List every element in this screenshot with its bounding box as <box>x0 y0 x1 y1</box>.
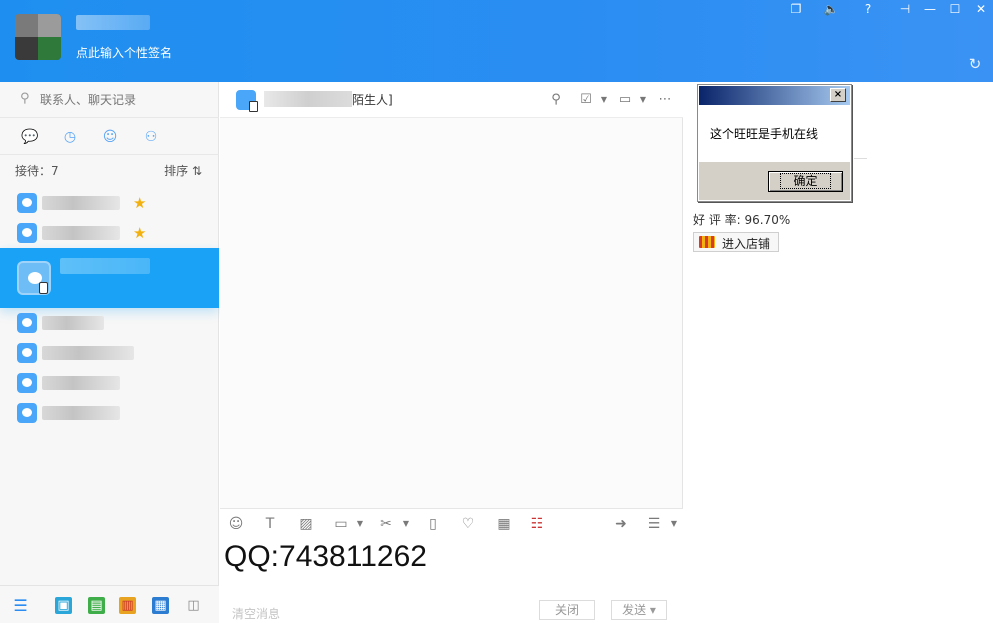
close-icon[interactable]: ✕ <box>973 1 989 17</box>
dialog-close-button[interactable]: × <box>830 88 846 102</box>
send-button[interactable]: 发送 ▾ <box>611 600 667 620</box>
sort-button[interactable]: 排序 ⇅ <box>164 162 202 179</box>
contact-row-selected[interactable] <box>0 248 219 308</box>
chat-panel: 陌生人] ⚲ ☑ ▼ ▭ ▼ ⋯ ☺ T ▨ ▭ ▼ ✂ ▼ ▯ ♡ ▦ ☷ ➜… <box>220 82 683 623</box>
contact-name-blurred <box>42 406 120 420</box>
input-toolbar: ☺ T ▨ ▭ ▼ ✂ ▼ ▯ ♡ ▦ ☷ ➜ ☰ ▼ <box>220 508 683 538</box>
emoji-icon[interactable]: ☺ <box>227 515 245 533</box>
ok-button[interactable]: 确定 <box>768 171 843 192</box>
contact-avatar-icon <box>17 373 37 393</box>
maximize-icon[interactable]: ☐ <box>947 1 963 17</box>
heart-icon[interactable]: ♡ <box>459 515 477 533</box>
speaker-icon[interactable]: 🔈 <box>823 1 839 17</box>
refresh-icon[interactable]: ↻ <box>967 56 983 72</box>
transfer-icon[interactable]: ☑ <box>577 92 595 108</box>
dialog-footer: 确定 <box>699 162 850 200</box>
history-icon[interactable]: ☰ <box>645 515 663 533</box>
contact-mobile-icon <box>236 90 258 112</box>
add-contact-icon[interactable]: ⚲ <box>547 92 565 108</box>
close-button[interactable]: 关闭 <box>539 600 595 620</box>
reception-count: 接待：7 <box>15 164 59 178</box>
chevron-down-icon[interactable]: ▼ <box>600 92 608 108</box>
chat-tab-icon[interactable]: 💬 <box>21 128 39 146</box>
dialog-body: 这个旺旺是手机在线 <box>699 105 850 162</box>
bottom-toolbar: ☰ ▣ ▤ ▥ ▦ ◫ <box>0 585 219 623</box>
font-icon[interactable]: T <box>261 515 279 533</box>
chat-header: 陌生人] ⚲ ☑ ▼ ▭ ▼ ⋯ <box>220 82 683 118</box>
help-icon[interactable]: ? <box>860 1 876 17</box>
calculator-icon[interactable]: ▦ <box>495 515 513 533</box>
avatar[interactable] <box>15 14 61 60</box>
enter-shop-label: 进入店铺 <box>722 237 771 251</box>
message-input[interactable]: QQ:743811262 清空消息 关闭 发送 ▾ <box>220 538 683 623</box>
top-bar: 点此输入个性签名 ❐ 🔈 ? ⊣ — ☐ ✕ ↻ <box>0 0 993 82</box>
sell-icon[interactable]: ▦ <box>152 597 169 614</box>
pin-icon[interactable]: ⊣ <box>897 1 913 17</box>
contact-name-blurred <box>42 226 120 240</box>
contact-avatar-icon <box>17 343 37 363</box>
contact-row[interactable] <box>0 308 219 338</box>
contact-avatar-icon <box>17 223 37 243</box>
panel-tabs: 💬 ◷ ☺ ⚇ <box>0 119 219 155</box>
star-icon: ★ <box>133 224 147 242</box>
dialog-titlebar: × <box>699 86 850 105</box>
contact-name-blurred <box>42 346 134 360</box>
minimize-icon[interactable]: — <box>922 1 938 17</box>
gift-icon[interactable]: ▤ <box>88 597 105 614</box>
chevron-down-icon[interactable]: ▼ <box>670 515 678 533</box>
contact-name-blurred <box>42 196 120 210</box>
reception-bar: 接待：7 排序 ⇅ <box>0 155 219 183</box>
video-icon[interactable]: ▭ <box>615 92 635 108</box>
menu-icon[interactable]: ☰ <box>12 597 29 614</box>
image-icon[interactable]: ▨ <box>297 515 315 533</box>
chat-title: 陌生人] <box>352 93 393 107</box>
search-bar: ⚲ <box>0 82 219 118</box>
chevron-down-icon[interactable]: ▼ <box>639 92 647 108</box>
contact-name-blurred <box>42 376 120 390</box>
chat-contact-blurred <box>264 91 352 107</box>
chevron-down-icon[interactable]: ▼ <box>356 515 364 533</box>
star-icon: ★ <box>133 194 147 212</box>
search-icon: ⚲ <box>20 91 30 106</box>
enter-shop-button[interactable]: 进入店铺 <box>693 232 779 252</box>
message-text[interactable]: QQ:743811262 <box>224 540 427 574</box>
contact-name-blurred <box>42 316 104 330</box>
username-blurred <box>76 15 150 30</box>
forward-icon[interactable]: ➜ <box>612 515 630 533</box>
search-input[interactable] <box>40 91 200 109</box>
shop-icon[interactable]: ▥ <box>119 597 136 614</box>
dialog-message: 这个旺旺是手机在线 <box>710 127 819 141</box>
contact-avatar-icon <box>17 403 37 423</box>
rating-text: 好 评 率: 96.70% <box>693 213 791 227</box>
folder-icon[interactable]: ▭ <box>332 515 350 533</box>
alert-dialog: × 这个旺旺是手机在线 确定 <box>697 84 852 202</box>
scissors-icon[interactable]: ✂ <box>377 515 395 533</box>
recent-tab-icon[interactable]: ◷ <box>61 128 79 146</box>
more-icon[interactable]: ⋯ <box>658 92 672 108</box>
restore-icon[interactable]: ❐ <box>788 1 804 17</box>
divider <box>854 158 867 159</box>
contact-avatar-icon <box>17 313 37 333</box>
chevron-down-icon[interactable]: ▼ <box>402 515 410 533</box>
app-store-icon[interactable]: ▣ <box>55 597 72 614</box>
contact-name-blurred <box>60 258 150 274</box>
contact-row[interactable] <box>0 338 219 368</box>
contact-panel: ⚲ 💬 ◷ ☺ ⚇ 接待：7 排序 ⇅ ★ ★ <box>0 82 219 623</box>
ok-label: 确定 <box>780 173 831 189</box>
clear-messages-link[interactable]: 清空消息 <box>232 605 280 622</box>
mobile-online-icon <box>39 282 48 294</box>
shop-icon <box>699 236 715 248</box>
contact-avatar-icon <box>17 193 37 213</box>
panel-toggle-icon[interactable]: ◫ <box>185 597 202 614</box>
order-icon[interactable]: ☷ <box>528 515 546 533</box>
contact-row[interactable]: ★ <box>0 218 219 248</box>
contacts-tab-icon[interactable]: ☺ <box>101 128 119 146</box>
shake-icon[interactable]: ▯ <box>424 515 442 533</box>
signature-text[interactable]: 点此输入个性签名 <box>76 44 172 61</box>
contact-row[interactable] <box>0 398 219 428</box>
groups-tab-icon[interactable]: ⚇ <box>142 128 160 146</box>
contact-row[interactable]: ★ <box>0 188 219 218</box>
contact-row[interactable] <box>0 368 219 398</box>
